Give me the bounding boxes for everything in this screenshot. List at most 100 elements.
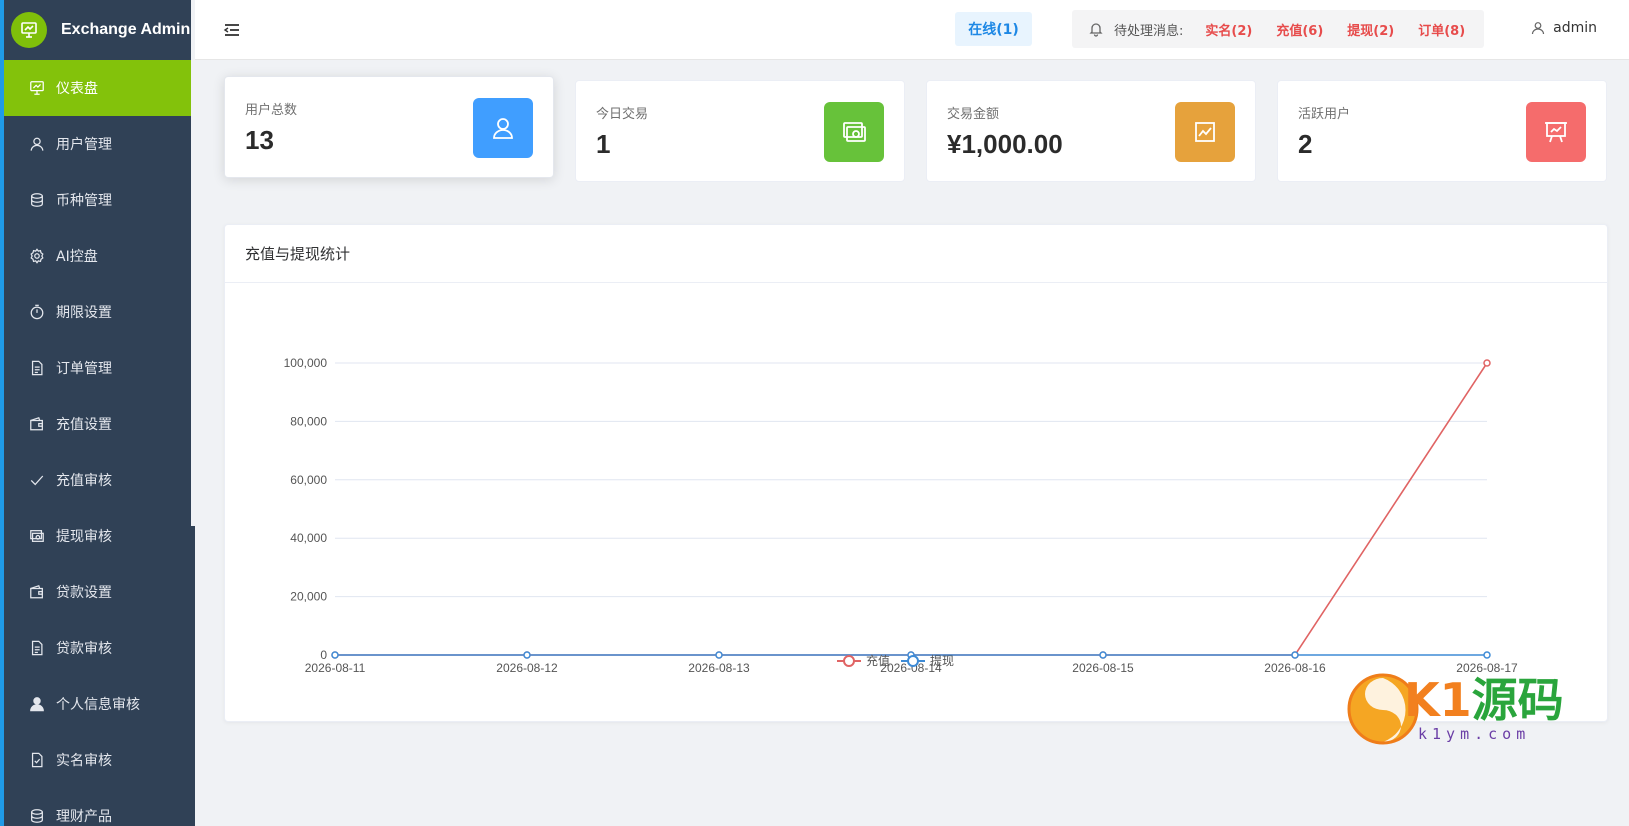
sidebar-item-5[interactable]: 订单管理 — [4, 340, 195, 396]
legend-marker — [843, 655, 855, 667]
person-filled-icon — [28, 695, 46, 713]
username: admin — [1553, 20, 1597, 36]
stat-value: 1 — [596, 129, 611, 159]
sidebar-item-8[interactable]: 提现审核 — [4, 508, 195, 564]
chart-panel: 充值与提现统计 0 20,000 40,000 60,000 80,000 100,000… — [224, 224, 1608, 722]
y-tick-label: 60,000 — [290, 473, 327, 487]
gear-icon — [28, 247, 46, 265]
coins-icon — [28, 807, 46, 825]
stat-label: 今日交易 — [596, 107, 649, 122]
y-tick-label: 80,000 — [290, 414, 327, 428]
sidebar-item-4[interactable]: 期限设置 — [4, 284, 195, 340]
money-icon — [28, 527, 46, 545]
sidebar-item-12[interactable]: 实名审核 — [4, 732, 195, 788]
sidebar-scrollbar[interactable] — [191, 0, 199, 526]
x-tick-label: 2026-08-13 — [688, 661, 750, 675]
x-tick-label: 2026-08-15 — [1072, 661, 1134, 675]
pending-recharge-link[interactable]: 充值(6) — [1276, 20, 1323, 39]
app-title: Exchange Admin — [61, 21, 191, 38]
sidebar-item-label: 提现审核 — [56, 529, 112, 545]
stat-value: 13 — [245, 125, 274, 155]
sidebar-item-1[interactable]: 用户管理 — [4, 116, 195, 172]
sidebar-item-label: 个人信息审核 — [56, 697, 140, 713]
user-icon — [1531, 21, 1545, 35]
y-tick-label: 40,000 — [290, 531, 327, 545]
sidebar-item-label: 实名审核 — [56, 753, 112, 769]
watermark-url: k1ym.com — [1418, 725, 1531, 743]
sidebar-item-label: 币种管理 — [56, 193, 112, 209]
online-badge[interactable]: 在线(1) — [955, 12, 1032, 46]
wallet-icon — [28, 415, 46, 433]
sidebar-item-13[interactable]: 理财产品 — [4, 788, 195, 826]
user-icon — [473, 98, 533, 158]
chart-title: 充值与提现统计 — [225, 225, 1607, 283]
stat-card-trade-amount[interactable]: 交易金额 ¥1,000.00 — [926, 80, 1256, 182]
sidebar-item-label: 理财产品 — [56, 809, 112, 825]
data-point — [1483, 359, 1491, 367]
verify-doc-icon — [28, 751, 46, 769]
wallet-icon — [28, 583, 46, 601]
user-menu[interactable]: admin — [1531, 20, 1597, 36]
y-tick-label: 100,000 — [284, 356, 328, 370]
coins-icon — [28, 191, 46, 209]
timer-icon — [28, 303, 46, 321]
data-point — [331, 651, 339, 659]
x-tick-label: 2026-08-16 — [1264, 661, 1326, 675]
check-icon — [28, 471, 46, 489]
brand-logo-icon — [11, 12, 47, 48]
pending-order-link[interactable]: 订单(8) — [1418, 20, 1465, 39]
line-chart[interactable]: 0 20,000 40,000 60,000 80,000 100,000 2026-08-… — [225, 283, 1609, 723]
sidebar-item-3[interactable]: AI控盘 — [4, 228, 195, 284]
sidebar-item-label: 充值设置 — [56, 417, 112, 433]
data-point — [523, 651, 531, 659]
stat-card-active-users[interactable]: 活跃用户 2 — [1277, 80, 1607, 182]
sidebar-item-label: 用户管理 — [56, 137, 112, 153]
bell-icon — [1088, 21, 1104, 37]
legend-label: 提现 — [930, 653, 954, 668]
watermark-text: K1源码 — [1404, 664, 1564, 730]
top-header: 在线(1) 待处理消息: 实名(2) 充值(6) 提现(2) 订单(8) adm… — [195, 0, 1629, 60]
legend-marker — [907, 655, 919, 667]
data-point — [1483, 651, 1491, 659]
sidebar-item-6[interactable]: 充值设置 — [4, 396, 195, 452]
legend-label: 充值 — [866, 653, 890, 668]
data-point — [715, 651, 723, 659]
stat-label: 活跃用户 — [1298, 107, 1351, 122]
presentation-icon — [1526, 102, 1586, 162]
stat-value: ¥1,000.00 — [947, 129, 1063, 159]
sidebar-item-2[interactable]: 币种管理 — [4, 172, 195, 228]
data-point — [1291, 651, 1299, 659]
menu-toggle-icon[interactable] — [223, 21, 241, 39]
stat-label: 交易金额 — [947, 107, 1000, 122]
pending-messages-bar: 待处理消息: 实名(2) 充值(6) 提现(2) 订单(8) — [1072, 10, 1484, 48]
y-tick-label: 20,000 — [290, 590, 327, 604]
sidebar-item-label: 贷款设置 — [56, 585, 112, 601]
document-icon — [28, 639, 46, 657]
x-tick-label: 2026-08-11 — [305, 661, 366, 675]
sidebar-item-label: 仪表盘 — [56, 81, 98, 97]
brand[interactable]: Exchange Admin — [4, 0, 195, 60]
sidebar-item-10[interactable]: 贷款审核 — [4, 620, 195, 676]
pending-label: 待处理消息: — [1114, 23, 1184, 39]
sidebar-item-0[interactable]: 仪表盘 — [4, 60, 195, 116]
user-icon — [28, 135, 46, 153]
data-point — [1099, 651, 1107, 659]
trend-icon — [1175, 102, 1235, 162]
sidebar-item-7[interactable]: 充值审核 — [4, 452, 195, 508]
sidebar-item-label: 订单管理 — [56, 361, 112, 377]
money-icon — [824, 102, 884, 162]
pending-realname-link[interactable]: 实名(2) — [1205, 20, 1252, 39]
stat-value: 2 — [1298, 129, 1313, 159]
sidebar-item-label: 贷款审核 — [56, 641, 112, 657]
series-line-0 — [335, 362, 1488, 656]
y-tick-label: 0 — [320, 648, 327, 662]
watermark-source: 源码 — [1471, 673, 1564, 727]
stat-label: 用户总数 — [245, 103, 298, 118]
pending-withdraw-link[interactable]: 提现(2) — [1347, 20, 1394, 39]
sidebar: Exchange Admin 仪表盘用户管理币种管理 AI控盘 期限设置订单管理充值… — [0, 0, 195, 826]
sidebar-item-9[interactable]: 贷款设置 — [4, 564, 195, 620]
sidebar-item-label: 充值审核 — [56, 473, 112, 489]
stat-card-today-trades[interactable]: 今日交易 1 — [575, 80, 905, 182]
sidebar-item-11[interactable]: 个人信息审核 — [4, 676, 195, 732]
stat-card-total-users[interactable]: 用户总数 13 — [224, 76, 554, 178]
